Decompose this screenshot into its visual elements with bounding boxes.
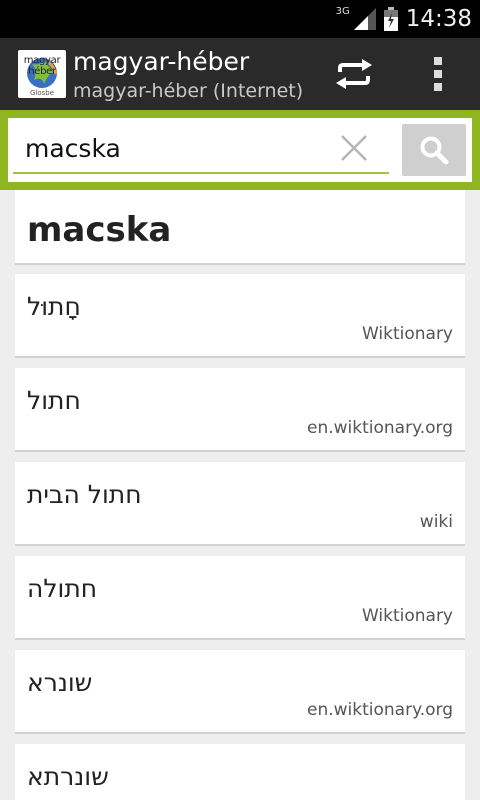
translation-item[interactable]: חתולה Wiktionary xyxy=(15,556,465,640)
search-box xyxy=(8,118,472,182)
translation-item[interactable]: שונרא en.wiktionary.org xyxy=(15,650,465,734)
translation-source: en.wiktionary.org xyxy=(306,418,453,438)
search-icon xyxy=(420,136,449,165)
translation-source: wiki xyxy=(419,512,453,532)
more-vert-icon xyxy=(434,57,442,91)
headword: macska xyxy=(27,210,172,250)
search-button[interactable] xyxy=(402,124,466,176)
translation-source: Wiktionary xyxy=(361,606,453,626)
translation-item[interactable]: חתול הבית wiki xyxy=(15,462,465,546)
swap-languages-button[interactable] xyxy=(330,54,378,94)
signal-icon xyxy=(353,8,376,30)
translation-source: en.wiktionary.org xyxy=(306,700,453,720)
translation-source: Wiktionary xyxy=(361,324,453,344)
translation-text: חָתוּל xyxy=(27,292,81,321)
search-area xyxy=(0,110,480,190)
search-input[interactable] xyxy=(13,124,389,174)
translation-item[interactable]: חָתוּל Wiktionary xyxy=(15,274,465,358)
action-bar: magyar héber Glosbe magyar-héber magyar-… xyxy=(0,38,480,110)
translation-text: חתול הבית xyxy=(27,480,142,509)
overflow-menu-button[interactable] xyxy=(420,52,456,96)
network-type-label: 3G xyxy=(335,5,350,17)
headword-card: macska xyxy=(15,190,465,265)
clock: 14:38 xyxy=(405,6,472,32)
app-icon-label: magyar héber xyxy=(23,55,61,77)
battery-icon xyxy=(383,7,398,31)
app-title: magyar-héber xyxy=(73,47,250,76)
app-subtitle: magyar-héber (Internet) xyxy=(73,80,304,102)
translation-item[interactable]: שונרתא xyxy=(15,744,465,800)
clear-search-button[interactable] xyxy=(338,132,370,164)
app-icon-brand: Glosbe xyxy=(29,89,55,97)
translation-item[interactable]: חתול en.wiktionary.org xyxy=(15,368,465,452)
translation-text: חתול xyxy=(27,386,81,415)
app-icon[interactable]: magyar héber Glosbe xyxy=(18,50,66,98)
status-bar: 3G 14:38 xyxy=(0,0,480,38)
close-icon xyxy=(341,135,367,161)
translation-text: שונרתא xyxy=(27,762,109,791)
translation-text: חתולה xyxy=(27,574,98,603)
swap-icon xyxy=(336,59,372,89)
translation-text: שונרא xyxy=(27,668,93,697)
